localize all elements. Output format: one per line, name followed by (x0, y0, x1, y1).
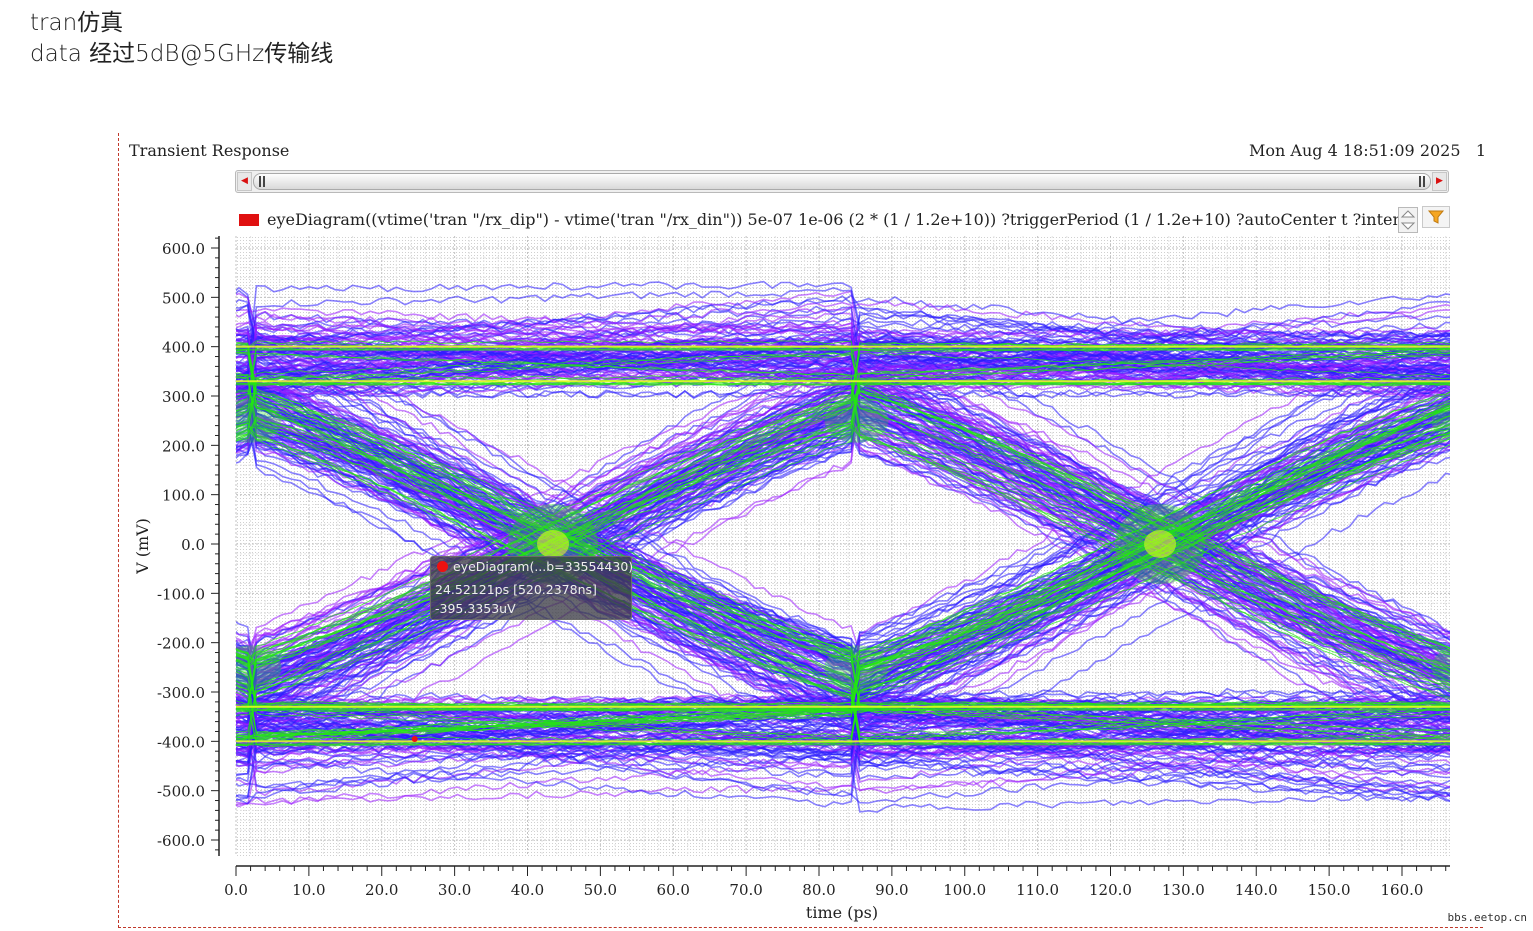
x-tick-label: 40.0 (511, 881, 544, 899)
level-transition-hotspot (1431, 647, 1450, 688)
marker-dot-icon (437, 561, 448, 572)
y-axis-label: V (mV) (133, 518, 152, 575)
y-tick-label: 100.0 (162, 487, 205, 505)
x-tick-label: 160.0 (1381, 881, 1424, 899)
x-tick-label: 80.0 (802, 881, 835, 899)
x-axis-label: time (ps) (806, 903, 878, 922)
level-transition-hotspot (1431, 400, 1450, 441)
level-transition-hotspot (824, 645, 889, 690)
y-tick-label: 400.0 (162, 339, 205, 357)
y-tick-label: -300.0 (157, 684, 205, 702)
marker-point[interactable] (411, 736, 418, 743)
y-tick-label: 600.0 (162, 240, 205, 258)
watermark: bbs.eetop.cn (1447, 911, 1527, 924)
y-tick-label: -500.0 (157, 783, 205, 801)
x-tick-label: 90.0 (875, 881, 908, 899)
y-tick-label: 300.0 (162, 388, 205, 406)
x-tick-label: 60.0 (657, 881, 690, 899)
y-tick-label: -400.0 (157, 733, 205, 751)
x-tick-label: 140.0 (1235, 881, 1278, 899)
eye-diagram-chart[interactable]: 600.0 500.0 400.0 300.0 200.0 100.0 0.0 -100.0 -… (0, 0, 1533, 931)
y-tick-label: -200.0 (157, 635, 205, 653)
y-tick-label: -100.0 (157, 585, 205, 603)
x-tick-label: 100.0 (943, 881, 986, 899)
level-transition-hotspot (236, 645, 282, 690)
x-tick-label: 150.0 (1308, 881, 1351, 899)
marker-title: eyeDiagram(...b=33554430) (453, 559, 634, 574)
level-transition-hotspot (236, 398, 282, 443)
y-tick-label: 0.0 (181, 536, 205, 554)
x-tick-label: 110.0 (1016, 881, 1059, 899)
y-tick-label: 200.0 (162, 437, 205, 455)
y-tick-label: 500.0 (162, 289, 205, 307)
x-tick-label: 50.0 (584, 881, 617, 899)
x-tick-label: 130.0 (1162, 881, 1205, 899)
x-tick-label: 20.0 (365, 881, 398, 899)
level-transition-hotspot (824, 398, 889, 443)
crossing-core (1144, 530, 1177, 558)
crossing-core (537, 530, 570, 558)
x-tick-label: 0.0 (224, 881, 248, 899)
x-tick-label: 30.0 (438, 881, 471, 899)
marker-tooltip[interactable]: eyeDiagram(...b=33554430) 24.52121ps [52… (430, 556, 634, 620)
marker-value: -395.3353uV (435, 601, 516, 616)
marker-time: 24.52121ps [520.2378ns] (435, 582, 597, 597)
y-tick-label: -600.0 (157, 832, 205, 850)
x-tick-label: 70.0 (729, 881, 762, 899)
x-tick-label: 120.0 (1089, 881, 1132, 899)
x-tick-label: 10.0 (292, 881, 325, 899)
